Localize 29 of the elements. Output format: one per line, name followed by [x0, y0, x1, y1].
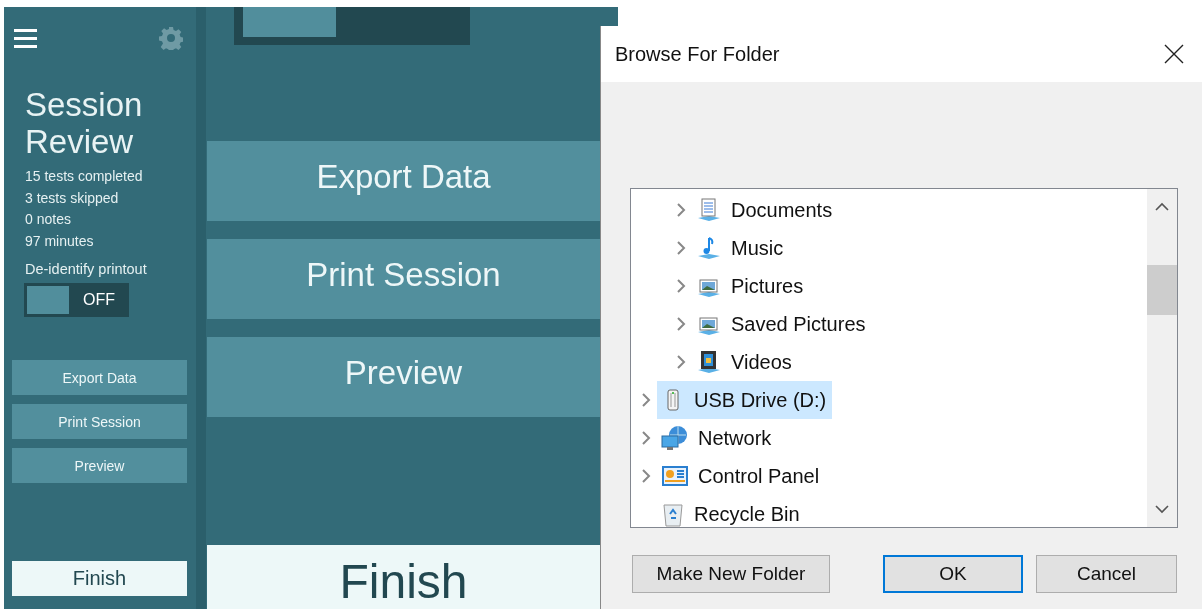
dialog-button[interactable]: Cancel	[1036, 555, 1177, 593]
deidentify-toggle[interactable]: OFF	[24, 283, 129, 317]
finish-button[interactable]: Finish	[207, 545, 600, 609]
recycle-bin-icon	[661, 501, 685, 527]
dialog-button[interactable]: Make New Folder	[632, 555, 830, 593]
folder-tree-item[interactable]: Documents	[692, 191, 839, 229]
session-stat: 3 tests skipped	[25, 188, 120, 208]
finish-button[interactable]: Finish	[12, 561, 187, 596]
folder-tree-item[interactable]: Network	[657, 419, 778, 457]
folder-tree-item[interactable]: Control Panel	[657, 457, 826, 495]
menu-icon[interactable]	[14, 28, 37, 48]
toggle-label: De-identify printout	[25, 261, 148, 277]
scroll-thumb[interactable]	[1147, 265, 1177, 315]
folder-tree-item[interactable]: Saved Pictures	[692, 305, 872, 343]
dialog-title: Browse For Folder	[615, 42, 780, 66]
folder-tree-item[interactable]: Music	[692, 229, 790, 267]
folder-tree-item[interactable]: Recycle Bin	[657, 495, 806, 527]
dialog-button[interactable]: OK	[883, 555, 1023, 593]
control-panel-icon	[661, 464, 689, 488]
session-stat: 0 notes	[25, 210, 72, 229]
session-stat: 15 tests completed	[25, 167, 144, 186]
folder-tree-item[interactable]: Videos	[692, 343, 798, 381]
page-title: Session Review	[25, 86, 144, 160]
folder-tree-item[interactable]: Pictures	[692, 267, 810, 305]
globe-monitor-icon	[661, 425, 689, 451]
toggle-switch[interactable]	[234, 7, 470, 45]
folder-tree-item[interactable]: USB Drive (D:)	[657, 381, 833, 419]
settings-icon[interactable]	[159, 26, 183, 50]
session-stat: 97 minutes	[25, 231, 95, 251]
